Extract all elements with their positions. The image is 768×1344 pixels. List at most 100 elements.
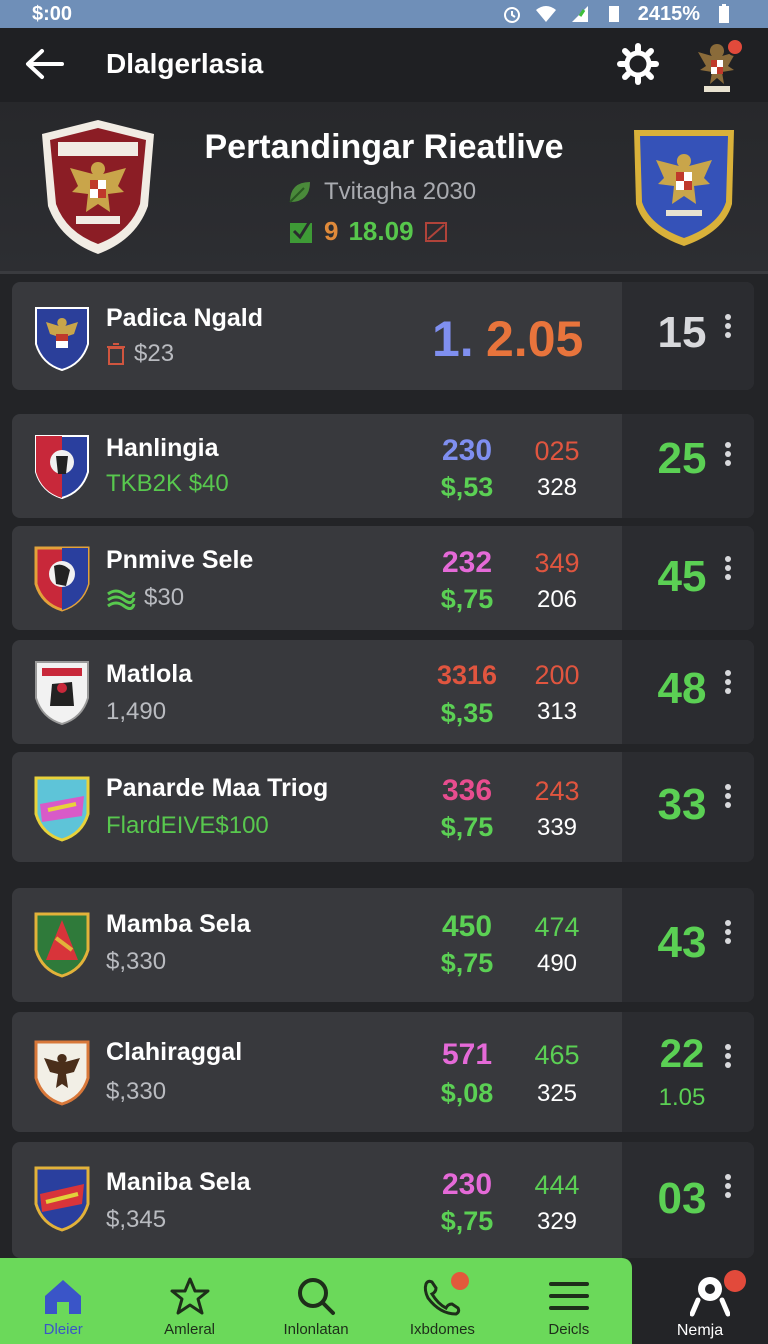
team-name: Maniba Sela: [106, 1168, 251, 1196]
arrow-left-icon: [26, 49, 64, 79]
close-badge-icon: [724, 1270, 746, 1292]
list-item[interactable]: Hanlingia TKB2K $40 230 $,53 025 328 25: [12, 414, 754, 518]
leaf-icon: [289, 182, 310, 203]
team-price-value: $23: [134, 340, 175, 367]
odds-value-d: 206: [536, 586, 578, 613]
battery-small-icon: [608, 6, 619, 22]
more-options-button[interactable]: [718, 1174, 738, 1198]
team-logo-icon: [35, 435, 89, 500]
odds-value-a: 450: [441, 910, 493, 943]
nav-label: Dleier: [43, 1321, 83, 1338]
match-sub-score: 1.05: [658, 1084, 706, 1111]
nav-item-profile[interactable]: Nemja: [632, 1258, 768, 1344]
nav-item-calls[interactable]: Ixbdomes: [379, 1258, 505, 1344]
team-logo-icon: [35, 307, 89, 372]
gear-icon: [617, 43, 659, 85]
odds-value-c: 200: [534, 660, 580, 690]
odds-value-a: 1.: [432, 311, 474, 367]
profile-button[interactable]: [692, 38, 746, 98]
odds-value-b: $,75: [440, 812, 494, 842]
nav-label: Deicls: [548, 1321, 590, 1338]
list-item[interactable]: Mamba Sela $,330 450 $,75 474 490 43: [12, 888, 754, 1002]
odds-value-d: 339: [536, 814, 578, 841]
list-item[interactable]: Panarde Maa Triog FlardEIVE$100 336 $,75…: [12, 752, 754, 862]
list-item[interactable]: Pnmive Sele $30 232 $,75 349 206 45: [12, 526, 754, 630]
odds-value-b: $,75: [440, 584, 494, 614]
odds-value-a: 336: [441, 774, 493, 807]
blue-shield-emblem-icon: [634, 130, 734, 246]
nav-item-menu[interactable]: Deicls: [506, 1258, 632, 1344]
menu-icon: [548, 1282, 589, 1310]
match-score-value: 03: [657, 1174, 707, 1223]
nav-item-favorites[interactable]: Amleral: [126, 1258, 252, 1344]
team-name: Mamba Sela: [106, 910, 251, 938]
team-price: FlardEIVE$100: [106, 812, 269, 839]
flag-icon: [424, 221, 447, 242]
odds-value-b: $,53: [440, 472, 494, 502]
team-price: $,330: [106, 948, 167, 975]
more-options-button[interactable]: [718, 1044, 738, 1068]
nav-item-search[interactable]: Inlonlatan: [253, 1258, 379, 1344]
more-options-button[interactable]: [718, 784, 738, 808]
odds-value-c: 025: [534, 436, 580, 466]
score-right: 18.09: [348, 216, 414, 246]
nav-label: Inlonlatan: [283, 1321, 349, 1338]
notification-dot: [726, 38, 744, 56]
match-score-value: 22: [659, 1032, 705, 1076]
match-score-value: 48: [657, 664, 707, 713]
team-price-value: $30: [144, 584, 185, 611]
team-name: Pnmive Sele: [106, 546, 254, 574]
wave-icon: [107, 589, 136, 610]
team-logo-icon: [34, 546, 90, 612]
team-logo-icon: [34, 1040, 90, 1106]
team-price: TKB2K $40: [106, 470, 229, 497]
team-logo-icon: [34, 776, 90, 842]
trash-icon: [107, 343, 125, 365]
team-price: 1,490: [106, 698, 167, 725]
nav-label: Amleral: [164, 1321, 216, 1338]
more-options-button[interactable]: [718, 920, 738, 944]
odds-value-c: 465: [534, 1040, 580, 1070]
list-item[interactable]: Matlola 1,490 3316 $,35 200 313 48: [12, 640, 754, 744]
odds-value-b: 2.05: [486, 311, 584, 367]
more-options-button[interactable]: [718, 314, 738, 338]
odds-value-a: 3316: [436, 660, 498, 690]
list-item[interactable]: Clahiraggal $,330 571 $,08 465 325 22 1.…: [12, 1012, 754, 1132]
match-score-value: 25: [657, 434, 707, 483]
team-name: Padica Ngald: [106, 304, 263, 332]
app-bar: Dlalgerlasia: [0, 28, 768, 102]
nav-label: Nemja: [676, 1322, 724, 1339]
alarm-icon: [503, 7, 520, 23]
nav-item-home[interactable]: Dleier: [0, 1258, 126, 1344]
team-name: Panarde Maa Triog: [106, 774, 329, 802]
settings-button[interactable]: [616, 42, 660, 86]
odds-value-a: 232: [441, 546, 493, 579]
battery-icon: [719, 4, 729, 23]
list-item[interactable]: Maniba Sela $,345 230 $,75 444 329 03: [12, 1142, 754, 1258]
odds-value-d: 328: [536, 474, 578, 501]
nav-label: Ixbdomes: [409, 1321, 475, 1338]
match-score-value: 15: [657, 308, 707, 357]
back-button[interactable]: [22, 44, 68, 84]
team-name: Hanlingia: [106, 434, 219, 462]
more-options-button[interactable]: [718, 556, 738, 580]
status-bar: $:00 2415%: [0, 0, 768, 28]
wifi-icon: [535, 6, 556, 22]
odds-value-b: $,08: [440, 1078, 494, 1108]
odds-value-d: 313: [536, 698, 578, 725]
odds-value-c: 243: [534, 776, 580, 806]
list-item[interactable]: Padica Ngald $23 1. 2.05 15: [12, 282, 754, 390]
star-icon: [170, 1277, 210, 1315]
notification-dot: [451, 1272, 470, 1290]
odds-value-d: 490: [536, 950, 578, 977]
odds-value-a: 571: [441, 1038, 493, 1071]
signal-icon: [571, 6, 588, 22]
status-icons: 2415%: [502, 3, 734, 26]
odds-value-b: $,75: [440, 948, 494, 978]
status-time: $:00: [32, 2, 73, 25]
more-options-button[interactable]: [718, 442, 738, 466]
odds-value-a: 230: [441, 434, 493, 467]
more-options-button[interactable]: [718, 670, 738, 694]
match-score: 9 18.09: [288, 216, 448, 247]
team-price: $23: [106, 340, 174, 368]
